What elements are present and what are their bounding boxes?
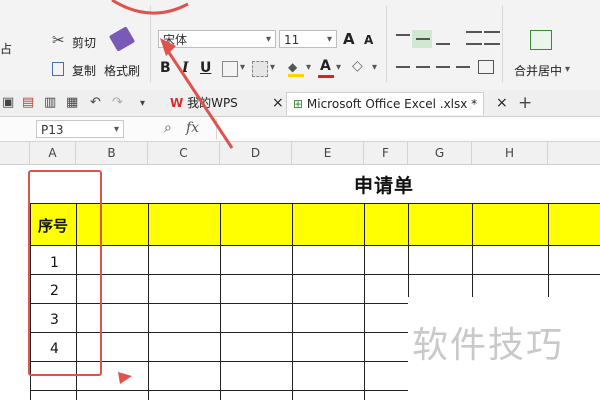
wps-spreadsheet-window: 占 ✂ 剪切 复制 格式刷 宋体 ▾ 11 ▾ A A B I U ▾ ▾ ◆ …: [0, 0, 600, 400]
annotation-ellipse-arc: [111, 0, 189, 15]
annotation-arrow: [164, 47, 234, 149]
watermark-text: 软件技巧: [412, 325, 565, 366]
arrowhead-icon: [160, 38, 176, 56]
arrowhead-icon: [118, 372, 132, 384]
